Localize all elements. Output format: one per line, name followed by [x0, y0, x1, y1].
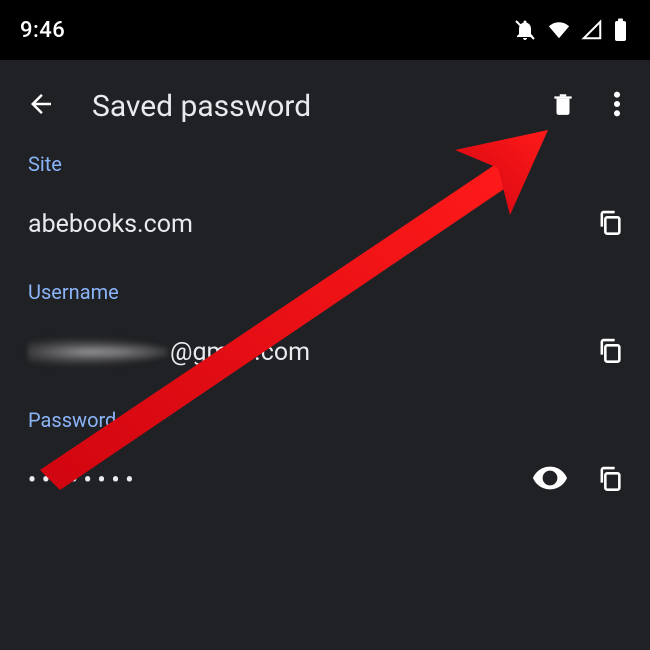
status-icons	[513, 18, 628, 42]
password-label: Password	[28, 408, 640, 432]
site-field: Site abebooks.com	[28, 152, 640, 254]
content-area: Site abebooks.com Username	[0, 132, 650, 510]
redacted-smudge	[28, 338, 168, 366]
copy-icon	[596, 335, 624, 369]
username-label: Username	[28, 280, 640, 304]
username-suffix: @gmail.com	[170, 338, 310, 367]
overflow-menu-button[interactable]	[590, 79, 644, 133]
cell-signal-icon	[581, 19, 603, 41]
toggle-password-visibility-button[interactable]	[520, 450, 580, 510]
copy-site-button[interactable]	[580, 194, 640, 254]
eye-icon	[533, 465, 567, 495]
do-not-disturb-icon	[513, 18, 537, 42]
trash-icon	[550, 90, 576, 122]
page-title: Saved password	[92, 89, 536, 124]
app-bar: Saved password	[0, 60, 650, 132]
copy-username-button[interactable]	[580, 322, 640, 382]
battery-icon	[613, 18, 628, 42]
password-field: Password ••••••••	[28, 408, 640, 510]
app-surface: Saved password Site abebooks.com	[0, 60, 650, 650]
more-vert-icon	[613, 90, 621, 122]
copy-icon	[596, 463, 624, 497]
password-value[interactable]: ••••••••	[28, 468, 520, 493]
wifi-icon	[547, 19, 571, 41]
arrow-back-icon	[26, 89, 56, 123]
delete-button[interactable]	[536, 79, 590, 133]
username-value[interactable]: @gmail.com	[28, 338, 580, 367]
status-time: 9:46	[20, 18, 65, 43]
back-button[interactable]	[14, 79, 68, 133]
site-value[interactable]: abebooks.com	[28, 210, 580, 239]
status-bar: 9:46	[0, 0, 650, 60]
copy-password-button[interactable]	[580, 450, 640, 510]
copy-icon	[596, 207, 624, 241]
site-label: Site	[28, 152, 640, 176]
username-field: Username @gmail.com	[28, 280, 640, 382]
